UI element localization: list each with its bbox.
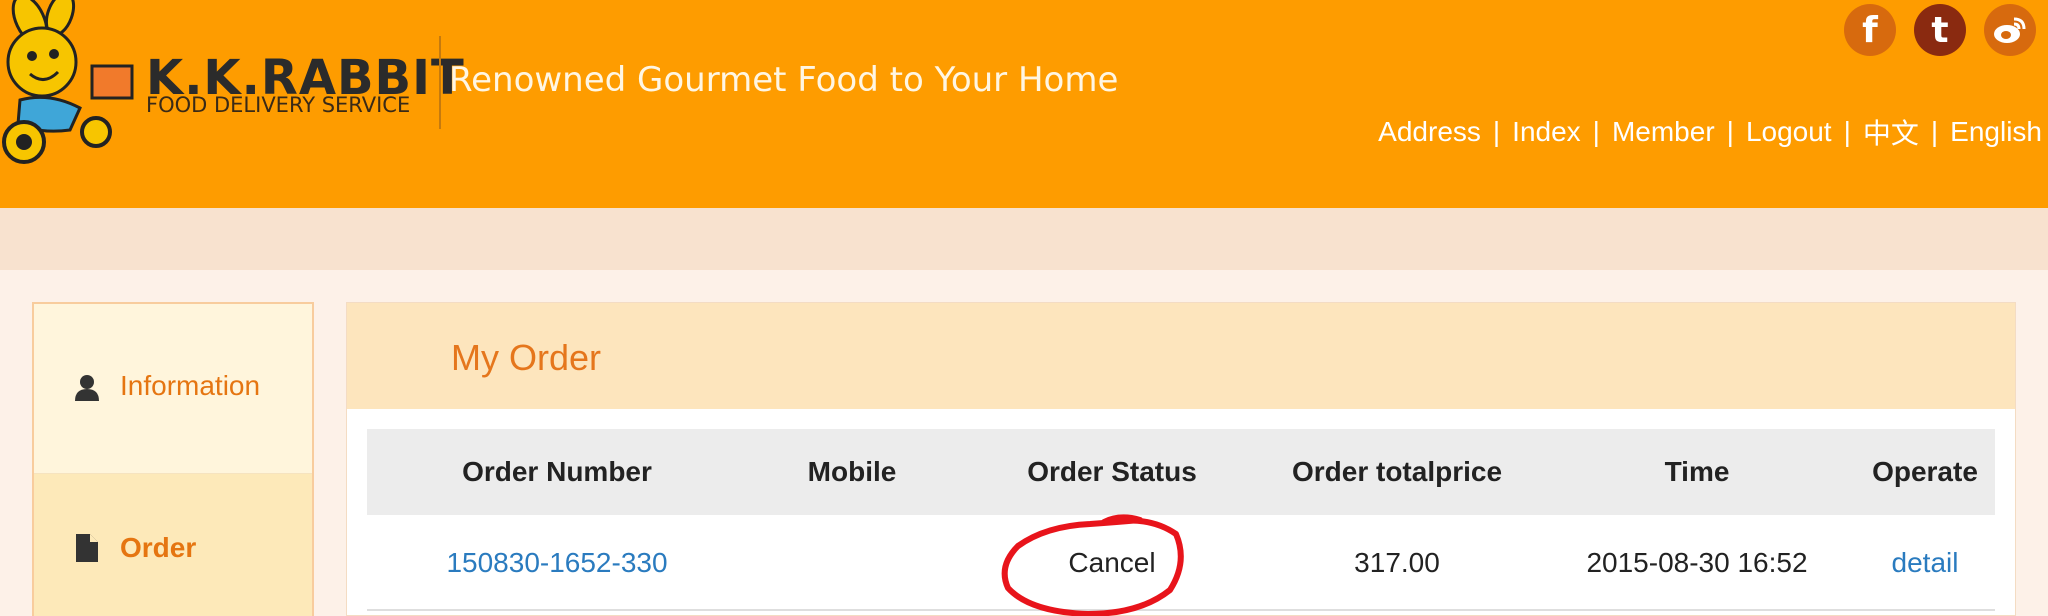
nav-separator: | bbox=[1930, 116, 1939, 147]
column-header-order-number: Order Number bbox=[462, 456, 652, 487]
operate-cell: detail bbox=[1837, 515, 2013, 611]
time-cell: 2015-08-30 16:52 bbox=[1586, 547, 1808, 578]
column-header-mobile: Mobile bbox=[807, 456, 897, 487]
nav-separator: | bbox=[1592, 116, 1600, 147]
order-number-link[interactable]: 150830-1652-330 bbox=[446, 547, 667, 579]
member-sidebar: Information Order bbox=[32, 302, 314, 616]
site-header: K.K.RABBIT FOOD DELIVERY SERVICE Renowne… bbox=[0, 0, 2048, 208]
site-tagline: Renowned Gourmet Food to Your Home bbox=[449, 60, 1119, 100]
nav-index[interactable]: Index bbox=[1512, 116, 1581, 148]
top-navigation: Address | Index | Member | Logout | 中文 |… bbox=[1378, 112, 2042, 152]
nav-separator: | bbox=[1726, 116, 1734, 147]
table-header: Order Number Mobile Order Status Order t… bbox=[367, 429, 1995, 515]
totalprice-cell: 317.00 bbox=[1354, 547, 1440, 578]
order-status-cell: Cancel bbox=[1068, 547, 1156, 578]
sidebar-item-order[interactable]: Order bbox=[34, 474, 312, 616]
nav-separator: | bbox=[1492, 116, 1501, 147]
user-icon bbox=[75, 375, 99, 401]
nav-logout[interactable]: Logout bbox=[1746, 116, 1832, 148]
nav-member[interactable]: Member bbox=[1612, 116, 1715, 148]
panel-header: My Order bbox=[347, 303, 2015, 409]
page-title: My Order bbox=[451, 337, 602, 378]
sidebar-item-information[interactable]: Information bbox=[34, 304, 312, 474]
weibo-icon[interactable] bbox=[1984, 4, 2036, 56]
column-header-operate: Operate bbox=[1872, 456, 1978, 487]
column-header-time: Time bbox=[1664, 456, 1730, 487]
order-panel: My Order Order Number Mobile Order Statu… bbox=[346, 302, 2016, 616]
column-header-order-status: Order Status bbox=[1027, 456, 1197, 487]
nav-english[interactable]: English bbox=[1950, 116, 2042, 148]
document-icon bbox=[76, 534, 98, 562]
sidebar-item-label: Order bbox=[120, 532, 197, 563]
nav-separator: | bbox=[1843, 116, 1851, 147]
row-divider bbox=[367, 609, 1995, 611]
header-divider bbox=[439, 36, 441, 129]
nav-address[interactable]: Address bbox=[1378, 116, 1481, 148]
weibo-glyph bbox=[1994, 17, 2026, 43]
column-header-totalprice: Order totalprice bbox=[1291, 456, 1503, 487]
nav-chinese[interactable]: 中文 bbox=[1863, 112, 1919, 152]
sidebar-item-label: Information bbox=[120, 370, 261, 401]
mobile-cell bbox=[747, 515, 957, 611]
header-band bbox=[0, 208, 2048, 270]
rabbit-mascot-logo[interactable] bbox=[0, 0, 140, 170]
detail-link[interactable]: detail bbox=[1892, 547, 1959, 579]
facebook-icon[interactable]: f bbox=[1844, 4, 1896, 56]
order-number-cell: 150830-1652-330 bbox=[367, 515, 747, 611]
brand-subtitle: FOOD DELIVERY SERVICE bbox=[146, 93, 411, 117]
tumblr-icon[interactable]: t bbox=[1914, 4, 1966, 56]
